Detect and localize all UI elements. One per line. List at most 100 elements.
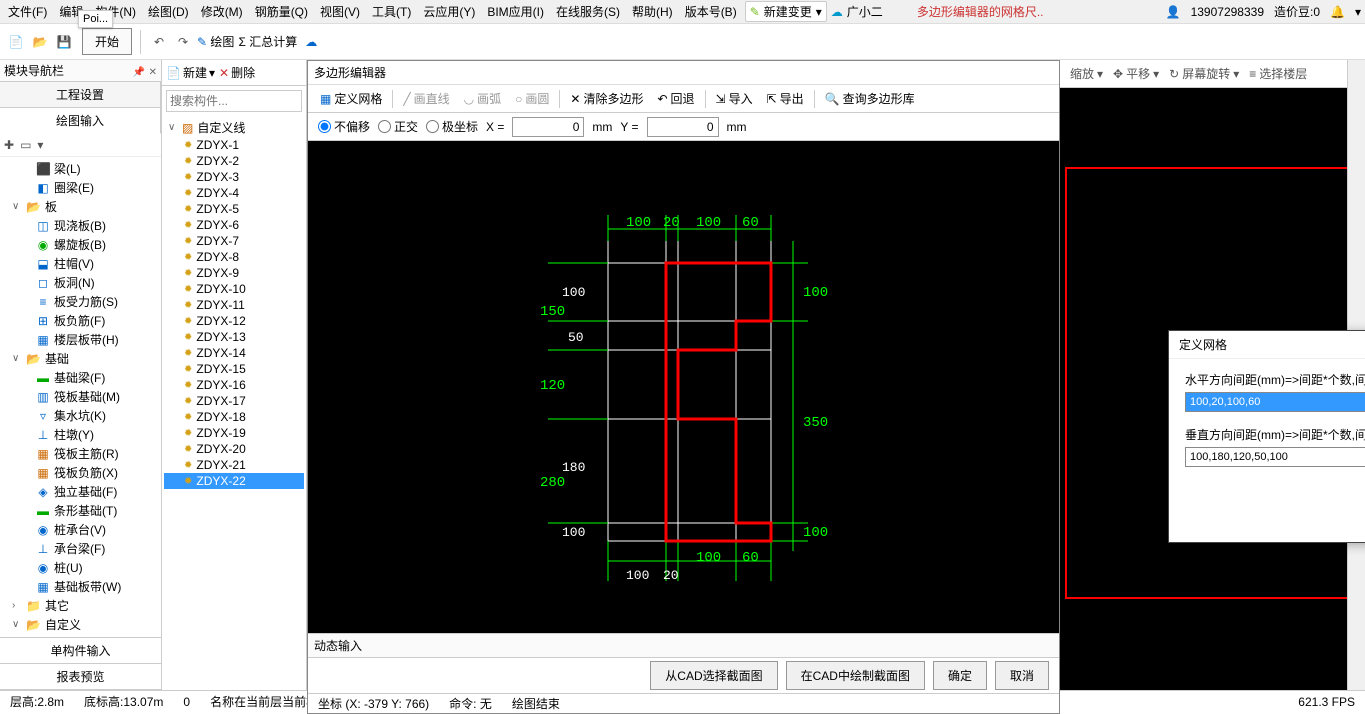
sum-calc[interactable]: Σ 汇总计算 <box>238 33 297 50</box>
open-file-icon[interactable]: 📂 <box>30 32 50 52</box>
user-id[interactable]: 13907298339 <box>1191 5 1264 19</box>
tree-zhuangchengtai[interactable]: ◉桩承台(V) <box>4 520 157 539</box>
tree-zhumao[interactable]: ⬓柱帽(V) <box>4 254 157 273</box>
tree-zidingyi-folder[interactable]: ∨📂自定义 <box>4 615 157 634</box>
component-item[interactable]: ✹ZDYX-1 <box>164 137 304 153</box>
undo-icon[interactable]: ↶ <box>149 32 169 52</box>
collapse-icon[interactable]: ▭ <box>20 138 31 152</box>
editor-ok-button[interactable]: 确定 <box>933 661 987 690</box>
tab-draw-input[interactable]: 绘图输入 <box>0 108 161 134</box>
component-item[interactable]: ✹ZDYX-11 <box>164 297 304 313</box>
x-input[interactable] <box>512 117 584 137</box>
tree-qita-folder[interactable]: ›📁其它 <box>4 596 157 615</box>
tree-bandong[interactable]: ◻板洞(N) <box>4 273 157 292</box>
component-item[interactable]: ✹ZDYX-22 <box>164 473 304 489</box>
pin-icon[interactable]: 📌 <box>133 67 145 78</box>
tree-ban-folder[interactable]: ∨📂板 <box>4 197 157 216</box>
tree-jichubandai[interactable]: ▦基础板带(W) <box>4 577 157 596</box>
menu-help[interactable]: 帮助(H) <box>628 1 677 22</box>
component-item[interactable]: ✹ZDYX-5 <box>164 201 304 217</box>
component-item[interactable]: ✹ZDYX-19 <box>164 425 304 441</box>
tree-zhudun[interactable]: ⊥柱墩(Y) <box>4 425 157 444</box>
menu-cloud[interactable]: 云应用(Y) <box>419 1 479 22</box>
component-item[interactable]: ✹ZDYX-20 <box>164 441 304 457</box>
tree-tiaoxingjichu[interactable]: ▬条形基础(T) <box>4 501 157 520</box>
component-item[interactable]: ✹ZDYX-14 <box>164 345 304 361</box>
v-spacing-input[interactable] <box>1185 447 1365 467</box>
tree-zhuang[interactable]: ◉桩(U) <box>4 558 157 577</box>
btab-report-preview[interactable]: 报表预览 <box>0 664 161 690</box>
component-item[interactable]: ✹ZDYX-8 <box>164 249 304 265</box>
pan-button[interactable]: ✥ 平移 ▾ <box>1113 65 1159 82</box>
tree-loucengbandai[interactable]: ▦楼层板带(H) <box>4 330 157 349</box>
component-item[interactable]: ✹ZDYX-3 <box>164 169 304 185</box>
select-floor-button[interactable]: ≡ 选择楼层 <box>1249 65 1307 82</box>
tree-banfujin[interactable]: ⊞板负筋(F) <box>4 311 157 330</box>
menu-draw[interactable]: 绘图(D) <box>144 1 193 22</box>
component-item[interactable]: ✹ZDYX-17 <box>164 393 304 409</box>
component-item[interactable]: ✹ZDYX-6 <box>164 217 304 233</box>
editor-cancel-button[interactable]: 取消 <box>995 661 1049 690</box>
tree-jichuliang[interactable]: ▬基础梁(F) <box>4 368 157 387</box>
btab-single-input[interactable]: 单构件输入 <box>0 638 161 664</box>
export-button[interactable]: ⇱ 导出 <box>761 88 810 109</box>
draw-circle-button[interactable]: ○ 画圆 <box>509 88 555 109</box>
user-icon[interactable]: 👤 <box>1166 5 1181 19</box>
draw-line-button[interactable]: ╱ 画直线 <box>397 88 455 109</box>
tree-fabanzhujin[interactable]: ▦筏板主筋(R) <box>4 444 157 463</box>
import-button[interactable]: ⇲ 导入 <box>710 88 759 109</box>
h-spacing-input[interactable] <box>1185 392 1365 412</box>
guang-label[interactable]: 广小二 <box>847 3 883 20</box>
save-icon[interactable]: 💾 <box>54 32 74 52</box>
tree-fabanjichu[interactable]: ▥筏板基础(M) <box>4 387 157 406</box>
from-cad-button[interactable]: 从CAD选择截面图 <box>650 661 777 690</box>
tree-fabanfujin[interactable]: ▦筏板负筋(X) <box>4 463 157 482</box>
menu-view[interactable]: 视图(V) <box>316 1 364 22</box>
component-item[interactable]: ✹ZDYX-9 <box>164 265 304 281</box>
component-item[interactable]: ✹ZDYX-16 <box>164 377 304 393</box>
scale-button[interactable]: 缩放 ▾ <box>1070 65 1103 82</box>
component-item[interactable]: ✹ZDYX-4 <box>164 185 304 201</box>
y-input[interactable] <box>647 117 719 137</box>
component-item[interactable]: ✹ZDYX-7 <box>164 233 304 249</box>
expand-icon[interactable]: ✚ <box>4 138 14 152</box>
component-item[interactable]: ✹ZDYX-15 <box>164 361 304 377</box>
ortho-radio[interactable]: 正交 <box>378 118 418 135</box>
start-button[interactable]: 开始 <box>82 28 132 55</box>
close-icon[interactable]: ✕ <box>149 67 157 78</box>
menu-tools[interactable]: 工具(T) <box>368 1 415 22</box>
dynamic-input-bar[interactable]: 动态输入 <box>308 633 1059 657</box>
filter-icon[interactable]: ▾ <box>37 138 43 152</box>
component-item[interactable]: ✹ZDYX-13 <box>164 329 304 345</box>
tree-dulijichu[interactable]: ◈独立基础(F) <box>4 482 157 501</box>
search-input[interactable] <box>166 90 302 112</box>
menu-rebar[interactable]: 钢筋量(Q) <box>251 1 312 22</box>
tree-chengtailiang[interactable]: ⊥承台梁(F) <box>4 539 157 558</box>
editor-canvas[interactable]: 100 20 100 60 100 20 100 60 100 50 120 1… <box>308 141 1059 633</box>
undo-button[interactable]: ↶ 回退 <box>651 88 700 109</box>
guang-icon[interactable]: ☁ <box>831 5 843 19</box>
polygon-grid-link[interactable]: 多边形编辑器的网格尺.. <box>917 3 1044 20</box>
in-cad-button[interactable]: 在CAD中绘制截面图 <box>786 661 925 690</box>
tree-banshouligin[interactable]: ≡板受力筋(S) <box>4 292 157 311</box>
tree-jishuikeng[interactable]: ▿集水坑(K) <box>4 406 157 425</box>
tree-quanliang[interactable]: ◧圈梁(E) <box>4 178 157 197</box>
draw-arc-button[interactable]: ◡ 画弧 <box>458 88 508 109</box>
tree-jichu-folder[interactable]: ∨📂基础 <box>4 349 157 368</box>
new-file-icon[interactable]: 📄 <box>6 32 26 52</box>
component-root[interactable]: ∨▨自定义线 <box>164 118 304 137</box>
menu-bim[interactable]: BIM应用(I) <box>483 1 548 22</box>
redo-icon[interactable]: ↷ <box>173 32 193 52</box>
rotate-button[interactable]: ↻ 屏幕旋转 ▾ <box>1169 65 1239 82</box>
component-item[interactable]: ✹ZDYX-21 <box>164 457 304 473</box>
tab-project-settings[interactable]: 工程设置 <box>0 82 161 108</box>
component-item[interactable]: ✹ZDYX-2 <box>164 153 304 169</box>
draw-mode[interactable]: ✎ 绘图 <box>197 33 234 50</box>
menu-online[interactable]: 在线服务(S) <box>552 1 624 22</box>
component-item[interactable]: ✹ZDYX-12 <box>164 313 304 329</box>
delete-component-button[interactable]: ✕删除 <box>219 64 255 81</box>
tree-liang[interactable]: ⬛梁(L) <box>4 159 157 178</box>
menu-file[interactable]: 文件(F) <box>4 1 51 22</box>
component-item[interactable]: ✹ZDYX-18 <box>164 409 304 425</box>
new-component-button[interactable]: 📄新建▾ <box>166 64 215 81</box>
